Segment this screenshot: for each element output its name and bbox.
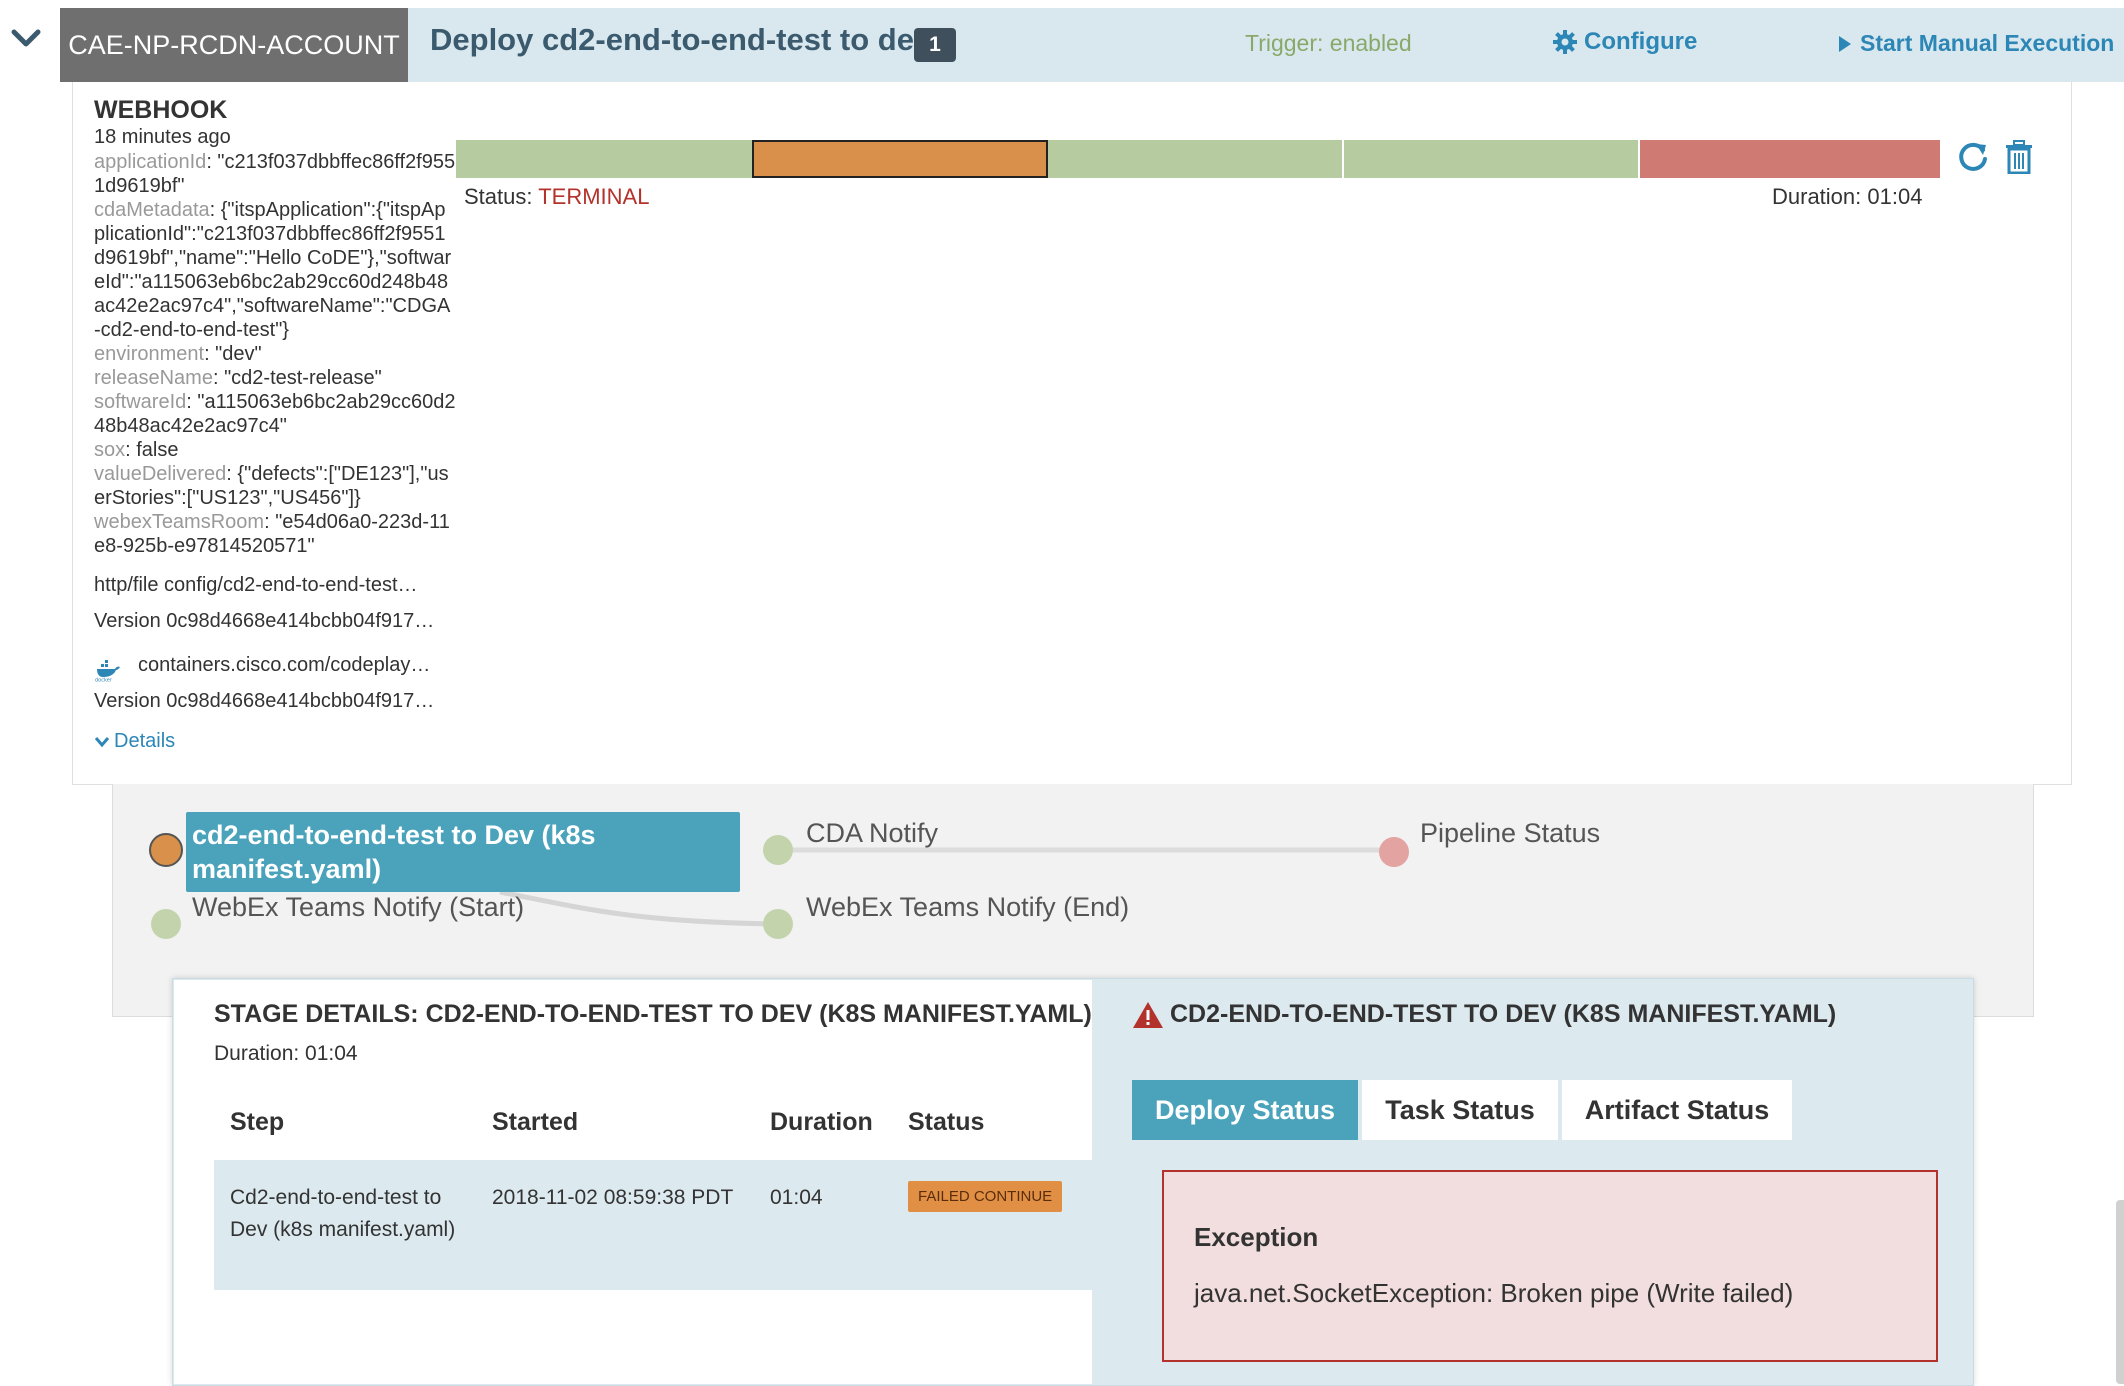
status-badge: FAILED CONTINUE: [908, 1181, 1063, 1212]
step-cell: Cd2-end-to-end-test to Dev (k8s manifest…: [230, 1186, 456, 1241]
stage-node-running[interactable]: [149, 833, 183, 867]
stage-node-webex-start[interactable]: [151, 909, 181, 939]
configure-label: Configure: [1584, 28, 1698, 55]
duration-cell: 01:04: [770, 1186, 823, 1209]
stage-node-cda-notify[interactable]: [763, 835, 793, 865]
stage-node-pipeline-status[interactable]: [1379, 837, 1409, 867]
trash-icon[interactable]: [2004, 140, 2034, 174]
parameter-item: environment: "dev": [94, 342, 456, 366]
status-value: TERMINAL: [538, 184, 650, 209]
exception-box: [1162, 1170, 1938, 1362]
parameter-key: environment: [94, 343, 205, 365]
status-label: Status:: [464, 184, 539, 209]
column-header-step: Step: [230, 1108, 285, 1136]
tab-task-status[interactable]: Task Status: [1362, 1080, 1558, 1140]
account-label: CAE-NP-RCDN-ACCOUNT: [60, 8, 408, 82]
tab-deploy-status[interactable]: Deploy Status: [1132, 1080, 1358, 1140]
node-label-webex-end[interactable]: WebEx Teams Notify (End): [806, 892, 1129, 923]
trigger-time: 18 minutes ago: [94, 126, 231, 148]
active-stage-label: cd2-end-to-end-test to Dev (k8s manifest…: [192, 820, 596, 884]
parameter-item: cdaMetadata: {"itspApplication":{"itspAp…: [94, 198, 456, 342]
parameter-item: applicationId: "c213f037dbbffec86ff2f955…: [94, 150, 456, 198]
tab-artifact-status[interactable]: Artifact Status: [1562, 1080, 1792, 1140]
column-header-status: Status: [908, 1108, 985, 1136]
started-cell: 2018-11-02 08:59:38 PDT: [492, 1186, 734, 1209]
docker-icon-text: docker: [95, 678, 113, 683]
stage-segment[interactable]: [1640, 140, 1940, 178]
stage-segment[interactable]: [752, 140, 1048, 178]
node-label-webex-start[interactable]: WebEx Teams Notify (Start): [192, 892, 524, 923]
configure-link[interactable]: Configure: [1552, 28, 1697, 56]
column-header-duration: Duration: [770, 1108, 873, 1136]
trigger-status: Trigger: enabled: [1245, 30, 1412, 56]
collapse-chevron-icon[interactable]: [8, 20, 44, 56]
exception-message: java.net.SocketException: Broken pipe (W…: [1194, 1278, 1794, 1308]
stage-details-title: STAGE DETAILS: CD2-END-TO-END-TEST TO DE…: [214, 1000, 1092, 1028]
parameter-item: webexTeamsRoom: "e54d06a0-223d-11e8-925b…: [94, 510, 456, 558]
stage-progress-bar: [456, 140, 1940, 178]
stage-segment[interactable]: [1344, 140, 1640, 178]
stage-name-heading: CD2-END-TO-END-TEST TO DEV (K8S MANIFEST…: [1170, 1000, 1837, 1028]
start-manual-execution-link[interactable]: Start Manual Execution: [1838, 30, 2114, 57]
parameter-key: softwareId: [94, 391, 187, 413]
play-icon: [1839, 35, 1851, 52]
execution-duration: Duration: 01:04: [1772, 184, 1923, 209]
parameter-key: valueDelivered: [94, 463, 227, 485]
artifact-docker-version: Version 0c98d4668e414bcbb04f917…: [94, 690, 435, 712]
trigger-type: WEBHOOK: [94, 96, 228, 124]
node-label-pipeline-status[interactable]: Pipeline Status: [1420, 818, 1600, 849]
parameter-key: webexTeamsRoom: [94, 511, 265, 533]
parameter-key: applicationId: [94, 151, 207, 173]
chevron-down-icon: [94, 736, 110, 747]
parameter-item: valueDelivered: {"defects":["DE123"],"us…: [94, 462, 456, 510]
execution-count-badge: 1: [914, 28, 956, 62]
artifact-file-link[interactable]: http/file config/cd2-end-to-end-test…: [94, 574, 454, 597]
artifact-file-version: Version 0c98d4668e414bcbb04f917…: [94, 610, 435, 632]
trigger-parameters: applicationId: "c213f037dbbffec86ff2f955…: [94, 150, 456, 558]
scrollbar[interactable]: [2116, 1200, 2124, 1384]
parameter-value: : false: [125, 439, 179, 461]
details-toggle[interactable]: Details: [94, 730, 175, 753]
docker-icon: docker: [95, 660, 120, 683]
parameter-item: softwareId: "a115063eb6bc2ab29cc60d248b4…: [94, 390, 456, 438]
stage-node-webex-end[interactable]: [763, 909, 793, 939]
execution-status: Status: TERMINAL: [464, 184, 649, 210]
stage-duration: Duration: 01:04: [214, 1042, 358, 1065]
parameter-key: cdaMetadata: [94, 199, 210, 221]
start-manual-execution-label: Start Manual Execution: [1860, 30, 2115, 56]
parameter-value: : "cd2-test-release": [212, 367, 382, 389]
stage-segment[interactable]: [1048, 140, 1344, 178]
artifact-docker-link[interactable]: containers.cisco.com/codeplay…: [138, 654, 456, 677]
parameter-item: releaseName: "cd2-test-release": [94, 366, 456, 390]
gear-icon: [1553, 30, 1577, 54]
restart-icon[interactable]: [1956, 140, 1990, 174]
details-label: Details: [114, 730, 176, 752]
column-header-started: Started: [492, 1108, 579, 1136]
parameter-item: sox: false: [94, 438, 456, 462]
stage-segment[interactable]: [456, 140, 752, 178]
pipeline-title[interactable]: Deploy cd2-end-to-end-test to dev: [430, 22, 931, 58]
parameter-value: : "dev": [204, 343, 262, 365]
parameter-key: releaseName: [94, 367, 213, 389]
warning-icon: [1133, 1002, 1163, 1028]
parameter-key: sox: [94, 439, 126, 461]
exception-title: Exception: [1194, 1222, 1319, 1252]
node-label-cda-notify[interactable]: CDA Notify: [806, 818, 938, 849]
